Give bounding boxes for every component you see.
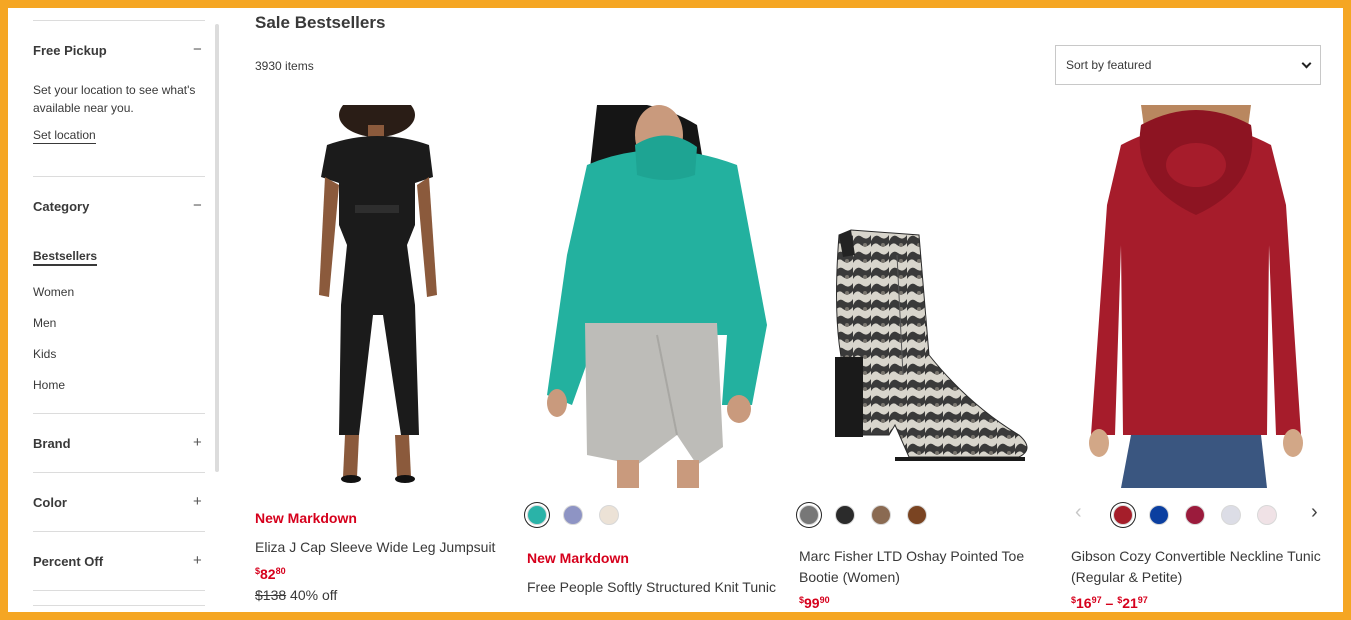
category-item-bestsellers[interactable]: Bestsellers (33, 249, 98, 266)
set-location-link[interactable]: Set location (33, 128, 96, 144)
original-price-value: $138 (255, 587, 287, 603)
percent-off-heading[interactable]: Percent Off (33, 554, 103, 569)
pickup-description: Set your location to see what's availabl… (33, 83, 196, 115)
product-name[interactable]: Eliza J Cap Sleeve Wide Leg Jumpsuit (255, 537, 505, 558)
sweater-image (527, 105, 777, 488)
new-markdown-badge: New Markdown (527, 550, 629, 566)
product-image[interactable] (255, 105, 505, 488)
filter-sidebar: Free Pickup − Set your location to see w… (33, 8, 205, 612)
category-collapse-icon[interactable]: − (193, 198, 202, 213)
color-swatch[interactable] (835, 505, 855, 525)
jumpsuit-image (255, 105, 505, 488)
divider (33, 472, 205, 473)
item-count: 3930 items (255, 59, 314, 73)
category-item-men[interactable]: Men (33, 316, 56, 330)
product-price: $8280 (255, 566, 286, 582)
price-whole: 82 (260, 566, 276, 582)
color-swatch[interactable] (1257, 505, 1277, 525)
product-name[interactable]: Gibson Cozy Convertible Neckline Tunic (… (1071, 546, 1321, 588)
carousel-prev-icon[interactable]: ‹ (1075, 501, 1082, 524)
chevron-down-icon (1301, 58, 1312, 68)
sidebar-scrollbar[interactable] (215, 24, 219, 472)
sort-select[interactable]: Sort by featured (1055, 45, 1321, 85)
price-cents: 97 (1091, 595, 1102, 605)
product-name[interactable]: Marc Fisher LTD Oshay Pointed Toe Bootie… (799, 546, 1049, 588)
tunic-image (1071, 105, 1321, 488)
percent-off-expand-icon[interactable]: + (193, 553, 202, 568)
color-swatch[interactable] (799, 505, 819, 525)
divider (33, 20, 205, 21)
product-image[interactable] (799, 105, 1049, 488)
divider (33, 590, 205, 591)
original-price: $138 40% off (255, 587, 337, 603)
price-whole: 16 (1076, 595, 1092, 611)
color-swatch[interactable] (1221, 505, 1241, 525)
color-swatch[interactable] (1185, 505, 1205, 525)
color-swatch[interactable] (1149, 505, 1169, 525)
color-swatch[interactable] (907, 505, 927, 525)
color-swatches (1113, 505, 1293, 525)
discount-percent: 40% off (290, 587, 338, 603)
color-swatch[interactable] (527, 505, 547, 525)
page-title: Sale Bestsellers (255, 13, 386, 32)
category-item-women[interactable]: Women (33, 285, 74, 299)
carousel-next-icon[interactable]: › (1311, 501, 1318, 524)
brand-heading[interactable]: Brand (33, 436, 71, 451)
price-cents: 90 (819, 595, 830, 605)
divider (33, 605, 205, 606)
product-image[interactable] (1071, 105, 1321, 488)
product-name[interactable]: Free People Softly Structured Knit Tunic (527, 577, 777, 598)
divider (33, 531, 205, 532)
divider (33, 413, 205, 414)
price-whole: 99 (804, 595, 820, 611)
price-cents: 97 (1137, 595, 1148, 605)
color-expand-icon[interactable]: + (193, 494, 202, 509)
sort-select-label: Sort by featured (1066, 58, 1152, 72)
price-range-separator: – (1101, 595, 1118, 611)
product-price-range: $1697 – $2197 (1071, 595, 1148, 611)
price-whole: 21 (1122, 595, 1138, 611)
color-swatches (527, 505, 635, 525)
product-image[interactable] (527, 105, 777, 488)
free-pickup-collapse-icon[interactable]: − (193, 42, 202, 57)
category-item-home[interactable]: Home (33, 378, 65, 392)
divider (33, 176, 205, 177)
color-swatch[interactable] (1113, 505, 1133, 525)
color-swatches (799, 505, 943, 525)
page-frame: Free Pickup − Set your location to see w… (8, 8, 1343, 612)
color-swatch[interactable] (599, 505, 619, 525)
color-swatch[interactable] (563, 505, 583, 525)
category-item-kids[interactable]: Kids (33, 347, 56, 361)
color-heading[interactable]: Color (33, 495, 67, 510)
bootie-image (799, 105, 1049, 488)
color-swatch[interactable] (871, 505, 891, 525)
product-price: $9990 (799, 595, 830, 611)
free-pickup-heading[interactable]: Free Pickup (33, 43, 107, 58)
category-heading[interactable]: Category (33, 199, 89, 214)
new-markdown-badge: New Markdown (255, 510, 357, 526)
price-cents: 80 (275, 566, 286, 576)
brand-expand-icon[interactable]: + (193, 435, 202, 450)
